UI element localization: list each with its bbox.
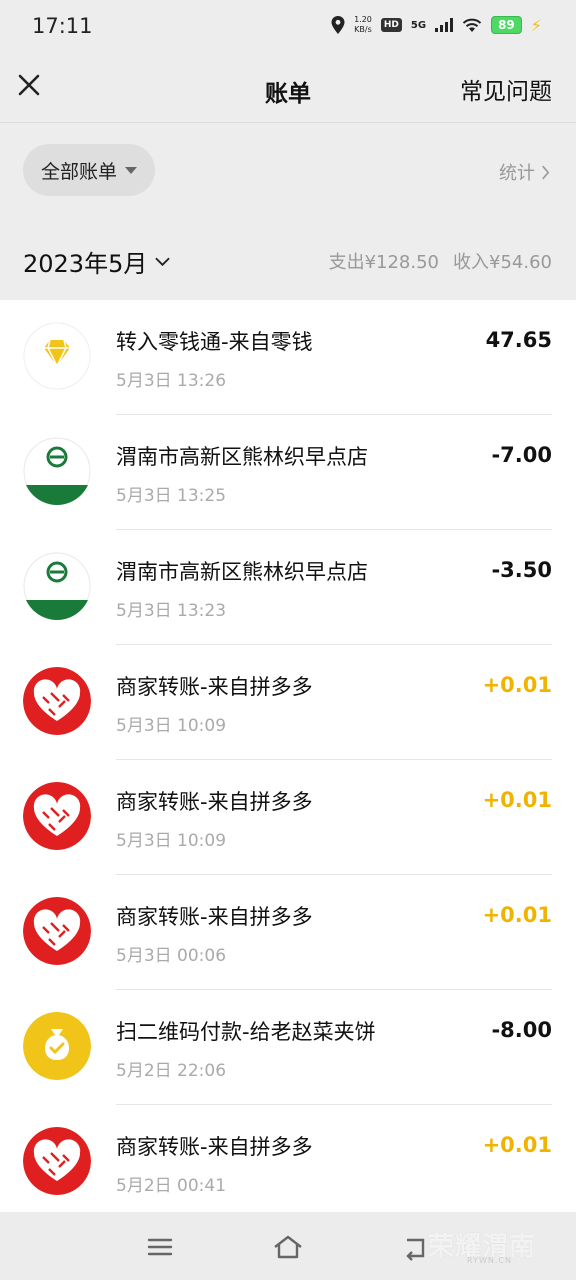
pinduoduo-icon — [23, 897, 91, 965]
signal-icon — [435, 18, 454, 32]
bill-filter-label: 全部账单 — [40, 160, 117, 183]
money-bag-icon — [23, 1012, 91, 1080]
system-nav-bar: 荣耀渭南 RYWN.CN — [0, 1212, 576, 1280]
bill-amount: -8.00 — [491, 1018, 552, 1042]
bill-title: 商家转账-来自拼多多 — [116, 905, 313, 929]
pinduoduo-icon — [23, 782, 91, 850]
location-icon — [331, 16, 345, 34]
watermark-sub: RYWN.CN — [467, 1256, 512, 1265]
bill-title: 渭南市高新区熊林织早点店 — [116, 560, 368, 584]
battery-level: 89 — [491, 16, 522, 34]
bill-row[interactable]: 商家转账-来自拼多多 5月3日 10:09 +0.01 — [0, 645, 576, 760]
pinduoduo-icon — [23, 1127, 91, 1195]
bill-amount: +0.01 — [482, 903, 552, 927]
charging-icon: ⚡ — [530, 15, 542, 35]
bill-title: 商家转账-来自拼多多 — [116, 675, 313, 699]
bill-row[interactable]: 商家转账-来自拼多多 5月3日 00:06 +0.01 — [0, 875, 576, 990]
chevron-right-icon — [542, 165, 550, 179]
menu-icon[interactable] — [143, 1230, 177, 1264]
bill-time: 5月3日 13:26 — [116, 371, 227, 391]
bill-time: 5月3日 10:09 — [116, 831, 227, 851]
diamond-icon — [23, 322, 91, 390]
status-time: 17:11 — [32, 14, 93, 38]
caret-down-icon — [125, 166, 137, 174]
bill-time: 5月3日 10:09 — [116, 716, 227, 736]
bill-amount: +0.01 — [482, 1133, 552, 1157]
bill-title: 转入零钱通-来自零钱 — [116, 330, 313, 354]
month-totals: 支出¥128.50 收入¥54.60 — [329, 248, 552, 274]
bill-row[interactable]: 转入零钱通-来自零钱 5月3日 13:26 47.65 — [0, 300, 576, 415]
month-selector[interactable]: 2023年5月 — [23, 244, 171, 279]
bill-row[interactable]: 扫二维码付款-给老赵菜夹饼 5月2日 22:06 -8.00 — [0, 990, 576, 1105]
bill-time: 5月2日 00:41 — [116, 1176, 227, 1196]
hd-badge: HD — [380, 18, 402, 32]
wifi-icon — [462, 18, 482, 32]
bill-amount: 47.65 — [485, 328, 552, 352]
bill-list: 转入零钱通-来自零钱 5月3日 13:26 47.65 渭南市高新区熊林织早点店 5月… — [0, 300, 576, 1212]
bill-row[interactable]: 渭南市高新区熊林织早点店 5月3日 13:25 -7.00 — [0, 415, 576, 530]
bill-amount: -7.00 — [491, 443, 552, 467]
net-speed: 1.20 KB/s — [354, 15, 372, 34]
status-icons: 1.20 KB/s HD 5G 89 ⚡ — [331, 15, 542, 35]
bill-time: 5月2日 22:06 — [116, 1061, 227, 1081]
bill-row[interactable]: 渭南市高新区熊林织早点店 5月3日 13:23 -3.50 — [0, 530, 576, 645]
bill-amount: +0.01 — [482, 788, 552, 812]
month-label: 2023年5月 — [23, 250, 148, 278]
network-type: 5G — [410, 19, 427, 31]
income-total: 收入¥54.60 — [453, 252, 552, 273]
bill-title: 商家转账-来自拼多多 — [116, 1135, 313, 1159]
bill-title: 扫二维码付款-给老赵菜夹饼 — [116, 1020, 376, 1044]
stats-label: 统计 — [499, 163, 535, 184]
bill-title: 渭南市高新区熊林织早点店 — [116, 445, 368, 469]
shaanxi-rural-credit-icon — [23, 437, 91, 505]
bill-title: 商家转账-来自拼多多 — [116, 790, 313, 814]
shaanxi-rural-credit-icon — [23, 552, 91, 620]
bill-row[interactable]: 商家转账-来自拼多多 5月2日 00:41 +0.01 — [0, 1105, 576, 1212]
home-icon[interactable] — [271, 1230, 305, 1264]
bill-row[interactable]: 商家转账-来自拼多多 5月3日 10:09 +0.01 — [0, 760, 576, 875]
nav-bar: 账单 常见问题 — [0, 54, 576, 122]
bill-time: 5月3日 13:25 — [116, 486, 227, 506]
month-summary-bar: 2023年5月 支出¥128.50 收入¥54.60 — [0, 220, 576, 300]
expense-total: 支出¥128.50 — [328, 252, 440, 273]
faq-link[interactable]: 常见问题 — [460, 72, 552, 106]
bill-filter-dropdown[interactable]: 全部账单 — [23, 144, 155, 196]
stats-link[interactable]: 统计 — [499, 159, 550, 185]
chevron-down-icon — [155, 257, 171, 266]
filter-bar: 全部账单 统计 — [0, 123, 576, 220]
status-bar: 17:11 1.20 KB/s HD 5G 89 ⚡ — [0, 0, 576, 54]
bill-time: 5月3日 00:06 — [116, 946, 227, 966]
bill-time: 5月3日 13:23 — [116, 601, 227, 621]
pinduoduo-icon — [23, 667, 91, 735]
bill-amount: +0.01 — [482, 673, 552, 697]
bill-amount: -3.50 — [491, 558, 552, 582]
